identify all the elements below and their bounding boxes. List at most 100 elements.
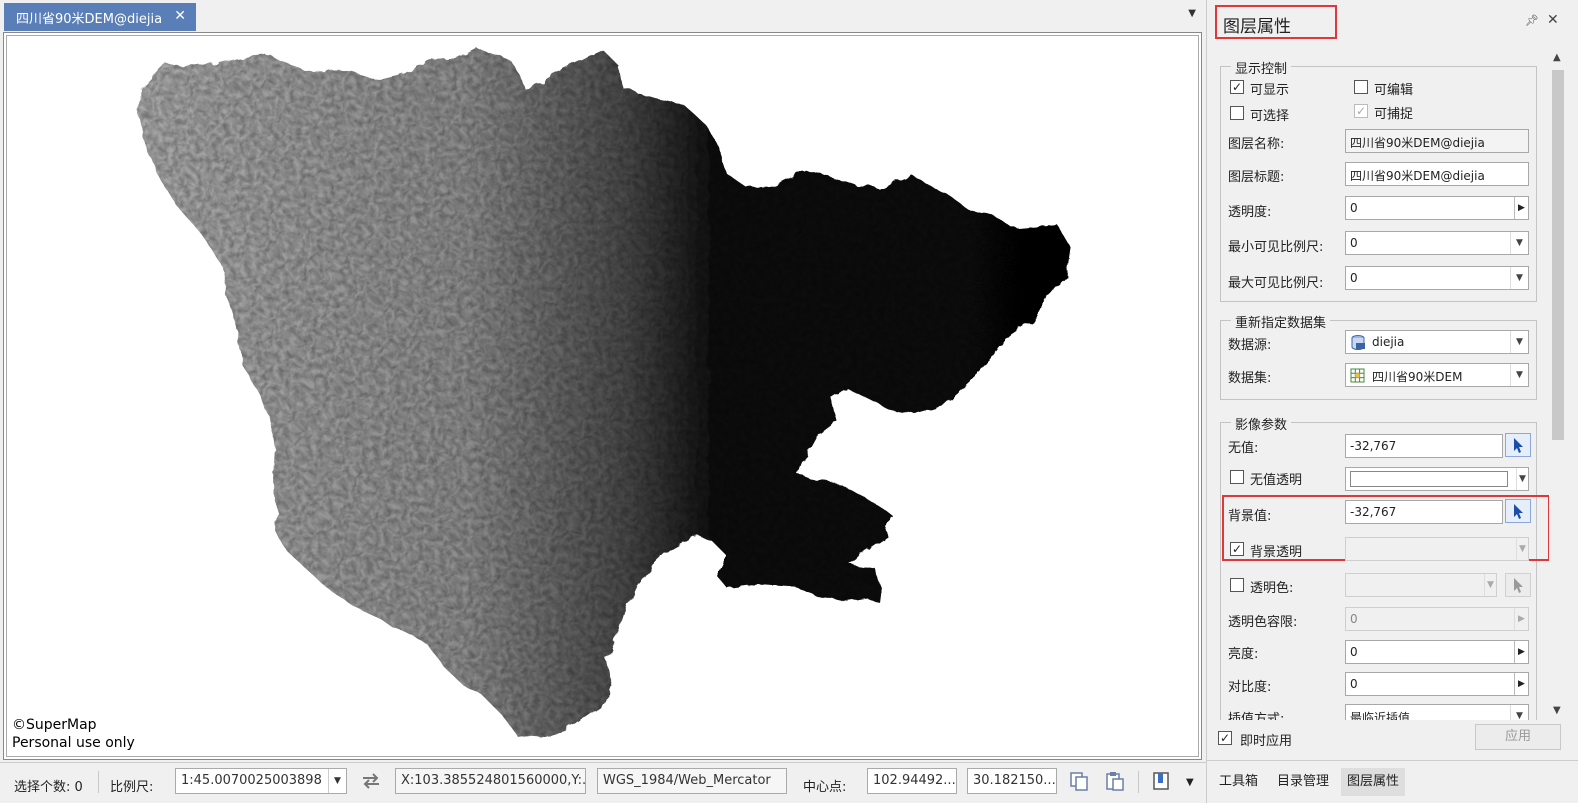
transparent-color-checkbox[interactable] — [1230, 578, 1244, 592]
chevron-down-icon[interactable]: ▼ — [1516, 468, 1528, 490]
nodata-transparent-checkbox[interactable] — [1230, 470, 1244, 484]
vertical-scrollbar[interactable]: ▲ ▼ — [1549, 48, 1567, 720]
transparent-color-picker-button[interactable] — [1505, 573, 1531, 597]
scrollbar-thumb[interactable] — [1552, 70, 1564, 440]
transparent-tolerance-label: 透明色容限: — [1228, 615, 1298, 630]
tab-toolbox[interactable]: 工具箱 — [1213, 768, 1264, 796]
background-value-field[interactable]: -32,767 — [1345, 500, 1503, 524]
layer-name-label: 图层名称: — [1228, 137, 1285, 152]
document-tab[interactable]: 四川省90米DEM@diejia ✕ — [4, 3, 196, 31]
dataset-label: 数据集: — [1228, 371, 1272, 386]
instant-apply-checkbox[interactable]: ✓ — [1218, 731, 1232, 745]
background-value: -32,767 — [1350, 505, 1397, 519]
nodata-transparent-label: 无值透明 — [1250, 473, 1303, 488]
selectable-label: 可选择 — [1250, 109, 1290, 124]
center-x-input[interactable]: 102.94492... — [867, 768, 957, 794]
picker-icon — [1514, 578, 1523, 593]
max-scale-value: 0 — [1350, 271, 1358, 285]
map-frame: ©SuperMap Personal use only — [3, 32, 1202, 760]
nodata-color-combobox[interactable]: ▼ — [1345, 467, 1529, 491]
nodata-field[interactable]: -32,767 — [1345, 434, 1503, 458]
layer-caption-label: 图层标题: — [1228, 170, 1285, 185]
chevron-down-icon[interactable]: ▼ — [1186, 777, 1194, 788]
chevron-down-icon[interactable]: ▼ — [328, 769, 346, 793]
editable-checkbox[interactable] — [1354, 80, 1368, 94]
layer-name-value: 四川省90米DEM@diejia — [1350, 136, 1485, 150]
datasource-value: diejia — [1372, 335, 1405, 349]
layer-caption-field[interactable]: 四川省90米DEM@diejia — [1345, 162, 1529, 186]
document-tab-bar: 四川省90米DEM@diejia ✕ ▼ — [0, 0, 1206, 31]
contrast-value: 0 — [1350, 677, 1358, 691]
copy-icon[interactable] — [1068, 770, 1090, 792]
spin-right-icon[interactable]: ▶ — [1514, 197, 1528, 219]
chevron-down-icon[interactable]: ▼ — [1510, 331, 1528, 353]
min-scale-combobox[interactable]: 0 ▼ — [1345, 231, 1529, 255]
chevron-down-icon[interactable]: ▼ — [1484, 574, 1496, 596]
properties-scroll-area[interactable]: 显示控制 ✓ 可显示 可编辑 可选择 ✓ 可捕捉 图层名称: 四川省90米DEM… — [1212, 48, 1567, 720]
projection-value: WGS_1984/Web_Mercator — [603, 773, 771, 788]
transparency-spinner[interactable]: 0 ▶ — [1345, 196, 1529, 220]
editable-label: 可编辑 — [1374, 83, 1414, 98]
layer-name-field[interactable]: 四川省90米DEM@diejia — [1345, 129, 1529, 153]
document-tab-title: 四川省90米DEM@diejia — [16, 11, 163, 27]
panel-tab-bar: 工具箱 目录管理 图层属性 — [1207, 760, 1578, 803]
chevron-down-icon[interactable]: ▼ — [1510, 364, 1528, 386]
chevron-down-icon[interactable]: ▼ — [1510, 267, 1528, 289]
spin-right-icon[interactable]: ▶ — [1514, 608, 1528, 630]
center-x-value: 102.94492... — [873, 773, 956, 788]
swap-icon[interactable] — [360, 770, 382, 792]
brightness-label: 亮度: — [1228, 647, 1259, 662]
scroll-up-icon[interactable]: ▲ — [1553, 52, 1561, 63]
interpolation-combobox[interactable]: 最临近插值 ▼ — [1345, 704, 1529, 720]
scale-combobox[interactable]: 1:45.0070025003898 ▼ — [175, 768, 347, 794]
copyright-line: ©SuperMap — [12, 717, 97, 733]
group-legend: 影像参数 — [1231, 414, 1292, 433]
snappable-checkbox[interactable]: ✓ — [1354, 104, 1368, 118]
selectable-checkbox[interactable] — [1230, 106, 1244, 120]
scale-label: 比例尺: — [110, 780, 154, 795]
spin-right-icon[interactable]: ▶ — [1514, 673, 1528, 695]
apply-button[interactable]: 应用 — [1475, 724, 1561, 750]
group-legend: 显示控制 — [1231, 58, 1292, 77]
close-icon[interactable]: ✕ — [174, 8, 186, 24]
center-y-input[interactable]: 30.182150... — [967, 768, 1057, 794]
brightness-spinner[interactable]: 0 ▶ — [1345, 640, 1529, 664]
snappable-label: 可捕捉 — [1374, 107, 1414, 122]
scroll-down-icon[interactable]: ▼ — [1553, 705, 1561, 716]
nodata-picker-button[interactable] — [1505, 433, 1531, 457]
interpolation-value: 最临近插值 — [1350, 711, 1411, 720]
background-color-combobox[interactable]: ▼ — [1345, 537, 1529, 561]
dataset-combobox[interactable]: 四川省90米DEM ▼ — [1345, 363, 1529, 387]
picker-icon — [1514, 438, 1523, 453]
bookmark-icon[interactable] — [1150, 770, 1172, 792]
pin-icon[interactable]: 📌︎ — [1525, 14, 1539, 27]
paste-icon[interactable] — [1104, 770, 1126, 792]
background-picker-button[interactable] — [1505, 499, 1531, 523]
tab-catalog[interactable]: 目录管理 — [1271, 768, 1335, 796]
status-separator — [1138, 771, 1139, 793]
center-label: 中心点: — [803, 780, 847, 795]
color-swatch — [1350, 471, 1508, 487]
contrast-spinner[interactable]: 0 ▶ — [1345, 672, 1529, 696]
grid-dataset-icon — [1350, 368, 1365, 383]
scale-value: 1:45.0070025003898 — [181, 773, 322, 788]
transparent-color-combobox[interactable]: ▼ — [1345, 573, 1497, 597]
map-canvas[interactable]: ©SuperMap Personal use only — [6, 35, 1199, 757]
background-transparent-checkbox[interactable]: ✓ — [1230, 542, 1244, 556]
chevron-down-icon[interactable]: ▼ — [1510, 232, 1528, 254]
max-scale-combobox[interactable]: 0 ▼ — [1345, 266, 1529, 290]
close-icon[interactable]: ✕ — [1547, 12, 1559, 28]
visible-checkbox[interactable]: ✓ — [1230, 80, 1244, 94]
panel-title: 图层属性 — [1223, 17, 1291, 37]
chevron-down-icon[interactable]: ▼ — [1516, 538, 1528, 560]
datasource-combobox[interactable]: diejia ▼ — [1345, 330, 1529, 354]
max-scale-label: 最大可见比例尺: — [1228, 276, 1324, 291]
chevron-down-icon[interactable]: ▼ — [1510, 705, 1528, 720]
group-legend: 重新指定数据集 — [1231, 312, 1331, 331]
apply-row: ✓ 即时应用 应用 — [1207, 722, 1578, 758]
contrast-label: 对比度: — [1228, 680, 1272, 695]
chevron-down-icon[interactable]: ▼ — [1188, 8, 1196, 19]
tab-layer-properties[interactable]: 图层属性 — [1341, 768, 1406, 796]
transparent-tolerance-spinner[interactable]: 0 ▶ — [1345, 607, 1529, 631]
spin-right-icon[interactable]: ▶ — [1514, 641, 1528, 663]
